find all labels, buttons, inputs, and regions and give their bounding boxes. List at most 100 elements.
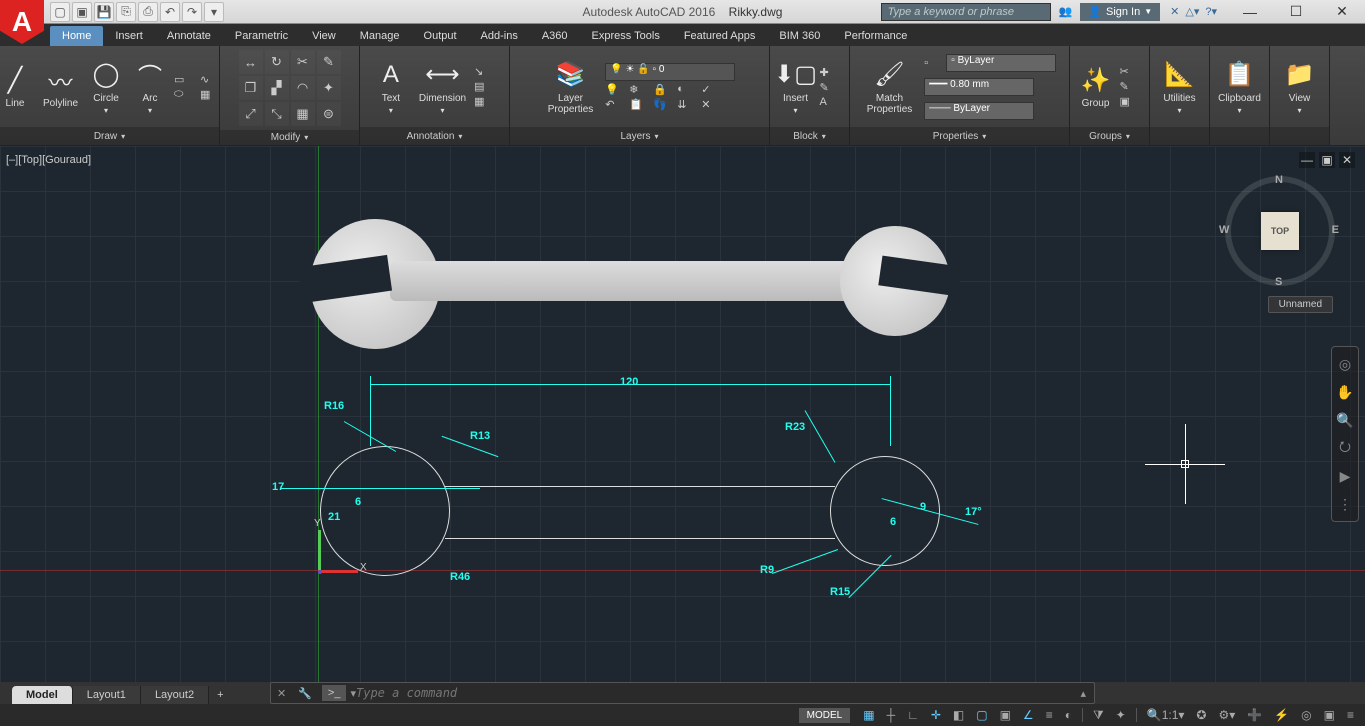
- viewport-maximize-icon[interactable]: ▣: [1319, 152, 1335, 168]
- move-icon[interactable]: ↔: [239, 50, 263, 74]
- tab-featured[interactable]: Featured Apps: [672, 26, 768, 46]
- modelspace-toggle[interactable]: MODEL: [799, 708, 851, 723]
- viewcube-face[interactable]: TOP: [1261, 212, 1299, 250]
- polar-toggle-icon[interactable]: ✛: [926, 706, 946, 724]
- drawing-area[interactable]: [–][Top][Gouraud] — ▣ ✕ TOP N E S W Unna…: [0, 146, 1365, 682]
- layer-state-icon[interactable]: 📋: [629, 98, 651, 111]
- ortho-toggle-icon[interactable]: ∟: [902, 706, 924, 724]
- nav-showmotion-icon[interactable]: ▶: [1334, 465, 1356, 487]
- group-edit-icon[interactable]: ✎: [1120, 80, 1144, 93]
- insert-block-button[interactable]: ⬇▢Insert▾: [776, 57, 816, 117]
- layer-properties-button[interactable]: 📚Layer Properties: [544, 57, 598, 117]
- add-layout-button[interactable]: +: [209, 686, 231, 704]
- viewcube[interactable]: TOP N E S W: [1225, 176, 1335, 286]
- nav-more-icon[interactable]: ⋮: [1334, 493, 1356, 515]
- layer-iso-icon[interactable]: ◐: [677, 83, 699, 96]
- color-swatch-icon[interactable]: ▫: [924, 57, 942, 69]
- qat-saveas-icon[interactable]: ⎘: [116, 2, 136, 22]
- erase-icon[interactable]: ✎: [317, 50, 341, 74]
- annoscale-icon[interactable]: 🔍 1:1▾: [1142, 706, 1190, 724]
- lineweight-select[interactable]: ━━━ 0.80 mm: [924, 78, 1034, 96]
- tab-express[interactable]: Express Tools: [580, 26, 672, 46]
- scale-icon[interactable]: ⤡: [265, 102, 289, 126]
- dimension-button[interactable]: ⟷Dimension▾: [415, 57, 470, 117]
- create-block-icon[interactable]: ✚: [820, 66, 844, 79]
- help-icon[interactable]: ?▾: [1205, 5, 1217, 18]
- fillet-icon[interactable]: ◠: [291, 76, 315, 100]
- tab-model[interactable]: Model: [12, 686, 73, 704]
- panel-title-block[interactable]: Block ▾: [770, 127, 849, 145]
- layer-freeze-icon[interactable]: ❄: [629, 83, 651, 96]
- viewport-close-icon[interactable]: ✕: [1339, 152, 1355, 168]
- clipboard-button[interactable]: 📋Clipboard▾: [1214, 57, 1265, 117]
- panel-title-annotation[interactable]: Annotation ▾: [360, 127, 509, 145]
- mtext-icon[interactable]: ▦: [474, 95, 498, 108]
- layer-delete-icon[interactable]: ✕: [701, 98, 723, 111]
- tab-a360[interactable]: A360: [530, 26, 580, 46]
- qat-more-icon[interactable]: ▾: [204, 2, 224, 22]
- explode-icon[interactable]: ✦: [317, 76, 341, 100]
- utilities-button[interactable]: 📐Utilities▾: [1159, 57, 1199, 117]
- match-properties-button[interactable]: 🖌Match Properties: [863, 57, 917, 117]
- close-button[interactable]: ✕: [1319, 0, 1365, 24]
- tab-layout1[interactable]: Layout1: [73, 686, 141, 704]
- tab-home[interactable]: Home: [50, 26, 103, 46]
- iso-toggle-icon[interactable]: ◧: [948, 706, 969, 724]
- polyline-button[interactable]: 〰Polyline: [39, 62, 82, 111]
- layer-merge-icon[interactable]: ⇊: [677, 98, 699, 111]
- command-line[interactable]: ✕ 🔧 >_ ▾ ▴: [270, 682, 1095, 704]
- qat-save-icon[interactable]: 💾: [94, 2, 114, 22]
- qat-new-icon[interactable]: ▢: [50, 2, 70, 22]
- cmd-close-icon[interactable]: ✕: [271, 687, 292, 700]
- linetype-select[interactable]: ─── ByLayer: [924, 102, 1034, 120]
- panel-title-draw[interactable]: Draw ▾: [0, 127, 219, 145]
- ucs-name-label[interactable]: Unnamed: [1268, 296, 1333, 313]
- qat-undo-icon[interactable]: ↶: [160, 2, 180, 22]
- edit-block-icon[interactable]: ✎: [820, 81, 844, 94]
- tab-insert[interactable]: Insert: [103, 26, 155, 46]
- transparency-toggle-icon[interactable]: ◐: [1060, 706, 1077, 724]
- panel-title-modify[interactable]: Modify ▾: [220, 130, 359, 145]
- ungroup-icon[interactable]: ✂: [1120, 65, 1144, 78]
- maximize-button[interactable]: ☐: [1273, 0, 1319, 24]
- copy-icon[interactable]: ❐: [239, 76, 263, 100]
- color-select[interactable]: ▫ ByLayer: [946, 54, 1056, 72]
- mirror-icon[interactable]: ▞: [265, 76, 289, 100]
- cmd-history-icon[interactable]: ▴: [1072, 687, 1094, 700]
- layer-prev-icon[interactable]: ↶: [605, 98, 627, 111]
- current-layer-select[interactable]: 💡 ☀ 🔓 ▫ 0: [605, 63, 735, 81]
- tab-output[interactable]: Output: [412, 26, 469, 46]
- viewcube-south[interactable]: S: [1275, 276, 1282, 288]
- infocenter-icon[interactable]: 👥: [1055, 5, 1077, 18]
- ellipse-icon[interactable]: ⬭: [174, 88, 198, 101]
- viewcube-east[interactable]: E: [1332, 224, 1339, 236]
- layer-match-icon[interactable]: ✓: [701, 83, 723, 96]
- viewport-label[interactable]: [–][Top][Gouraud]: [6, 154, 91, 166]
- panel-title-layers[interactable]: Layers ▾: [510, 127, 769, 145]
- table-icon[interactable]: ▤: [474, 80, 498, 93]
- arc-button[interactable]: ⌒Arc▾: [130, 57, 170, 117]
- rectangle-icon[interactable]: ▭: [174, 73, 198, 86]
- nav-pan-icon[interactable]: ✋: [1334, 381, 1356, 403]
- layer-lock-icon[interactable]: 🔒: [653, 83, 675, 96]
- tab-addins[interactable]: Add-ins: [469, 26, 530, 46]
- circle-button[interactable]: ◯Circle▾: [86, 57, 126, 117]
- osnap-toggle-icon[interactable]: ▢: [971, 706, 992, 724]
- gizmo-icon[interactable]: ✦: [1111, 706, 1131, 724]
- stretch-icon[interactable]: ⤢: [239, 102, 263, 126]
- customize-icon[interactable]: ≡: [1342, 706, 1359, 724]
- trim-icon[interactable]: ✂: [291, 50, 315, 74]
- a360-icon[interactable]: △▾: [1185, 5, 1199, 18]
- viewport-minimize-icon[interactable]: —: [1299, 152, 1315, 168]
- cleanscreen-icon[interactable]: ▣: [1319, 706, 1340, 724]
- line-button[interactable]: ╱Line: [0, 62, 35, 111]
- tab-parametric[interactable]: Parametric: [223, 26, 300, 46]
- viewcube-west[interactable]: W: [1219, 224, 1229, 236]
- rotate-icon[interactable]: ↻: [265, 50, 289, 74]
- minimize-button[interactable]: —: [1227, 0, 1273, 24]
- anno-monitor-icon[interactable]: ➕: [1242, 706, 1267, 724]
- array-icon[interactable]: ▦: [291, 102, 315, 126]
- otrack-toggle-icon[interactable]: ∠: [1018, 706, 1039, 724]
- tab-layout2[interactable]: Layout2: [141, 686, 209, 704]
- workspace-icon[interactable]: ⚙▾: [1213, 706, 1240, 724]
